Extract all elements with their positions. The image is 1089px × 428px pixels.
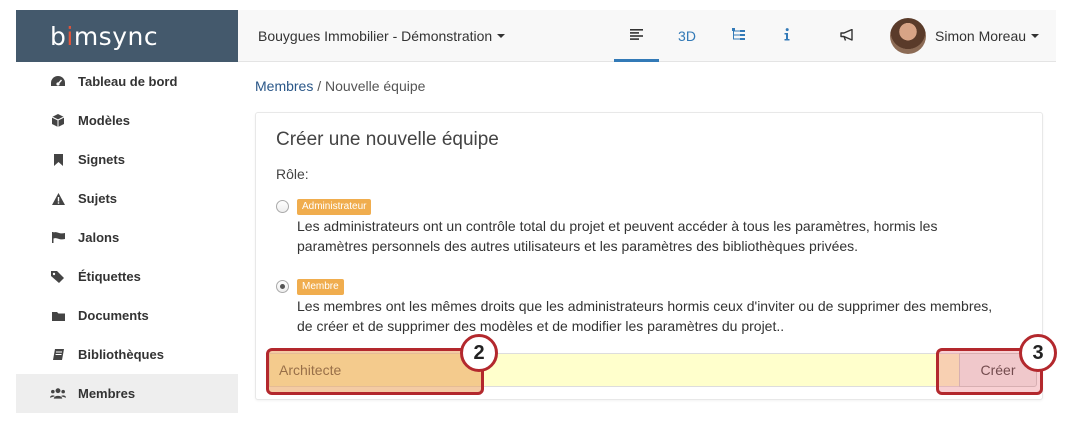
role-radio-administrateur[interactable] [276,200,289,213]
avatar [890,18,926,54]
page-title: Créer une nouvelle équipe [276,129,499,150]
membre-description-line: Les membres ont les mêmes droits que les… [297,298,993,314]
breadcrumb-separator: / [313,78,326,94]
hierarchy-button[interactable] [720,10,756,62]
project-dropdown[interactable]: Bouygues Immobilier - Démonstration [258,10,506,62]
3d-view-button[interactable]: 3D [666,10,708,62]
sidebar-item-etiquettes[interactable]: Étiquettes [16,257,238,296]
callout-number-badge: 3 [1019,334,1057,372]
sidebar-item-signets[interactable]: Signets [16,140,238,179]
flag-icon [50,230,66,246]
sidebar-item-tableau-de-bord[interactable]: Tableau de bord [16,62,238,101]
info-button[interactable] [772,10,802,62]
app-logo[interactable]: bimsync [50,22,158,51]
sidebar-item-label: Modèles [78,113,131,128]
breadcrumb-current: Nouvelle équipe [325,78,426,94]
announcements-button[interactable] [832,10,862,62]
sidebar-item-modeles[interactable]: Modèles [16,101,238,140]
sidebar-item-label: Documents [78,308,149,323]
membre-badge: Membre [297,279,344,295]
membre-description-line: de créer et de supprimer des modèles et … [297,318,785,334]
breadcrumb: Membres / Nouvelle équipe [255,78,425,94]
sidebar-item-label: Signets [78,152,125,167]
sidebar-item-label: Tableau de bord [78,74,178,89]
cube-icon [50,113,66,129]
breadcrumb-membres-link[interactable]: Membres [255,78,313,94]
sidebar-item-jalons[interactable]: Jalons [16,218,238,257]
sidebar-item-sujets[interactable]: Sujets [16,179,238,218]
sidebar-item-membres[interactable]: Membres [16,374,238,413]
3d-view-label: 3D [678,28,696,44]
list-view-button[interactable] [614,10,659,62]
sitemap-icon [731,28,745,44]
sidebar: bimsync Tableau de bord Modèles Signets … [16,10,238,420]
sidebar-item-label: Sujets [78,191,118,206]
user-name: Simon Moreau [935,28,1027,44]
users-icon [50,386,66,402]
bookmark-icon [50,152,66,168]
warning-icon [50,191,66,207]
sidebar-item-label: Étiquettes [78,269,141,284]
chevron-down-icon [497,34,506,38]
administrateur-description: Les administrateurs ont un contrôle tota… [297,216,1027,256]
role-radio-membre[interactable] [276,280,289,293]
callout-number-badge: 2 [460,334,498,372]
sidebar-item-documents[interactable]: Documents [16,296,238,335]
align-left-icon [630,27,643,43]
tags-icon [50,269,66,285]
membre-description: Les membres ont les mêmes droits que les… [297,296,1027,336]
folder-icon [50,308,66,324]
chevron-down-icon [1031,34,1040,38]
administrateur-badge: Administrateur [297,199,372,215]
book-icon [50,347,66,363]
sidebar-item-label: Membres [78,386,136,401]
top-navbar: Bouygues Immobilier - Démonstration 3D S… [238,10,1056,62]
dashboard-icon [50,74,66,90]
administrateur-description-line: Les administrateurs ont un contrôle tota… [297,218,938,234]
user-menu[interactable]: Simon Moreau [890,10,1040,62]
sidebar-item-bibliotheques[interactable]: Bibliothèques [16,335,238,374]
administrateur-description-line: paramètres personnels des autres utilisa… [297,238,859,254]
bullhorn-icon [839,28,855,44]
info-icon [784,28,790,44]
role-label: Rôle: [276,166,309,182]
project-name: Bouygues Immobilier - Démonstration [258,28,493,44]
callout-highlight-team-name [266,348,484,395]
sidebar-item-label: Jalons [78,230,120,245]
sidebar-item-label: Bibliothèques [78,347,164,362]
logo-bar: bimsync [16,10,238,62]
